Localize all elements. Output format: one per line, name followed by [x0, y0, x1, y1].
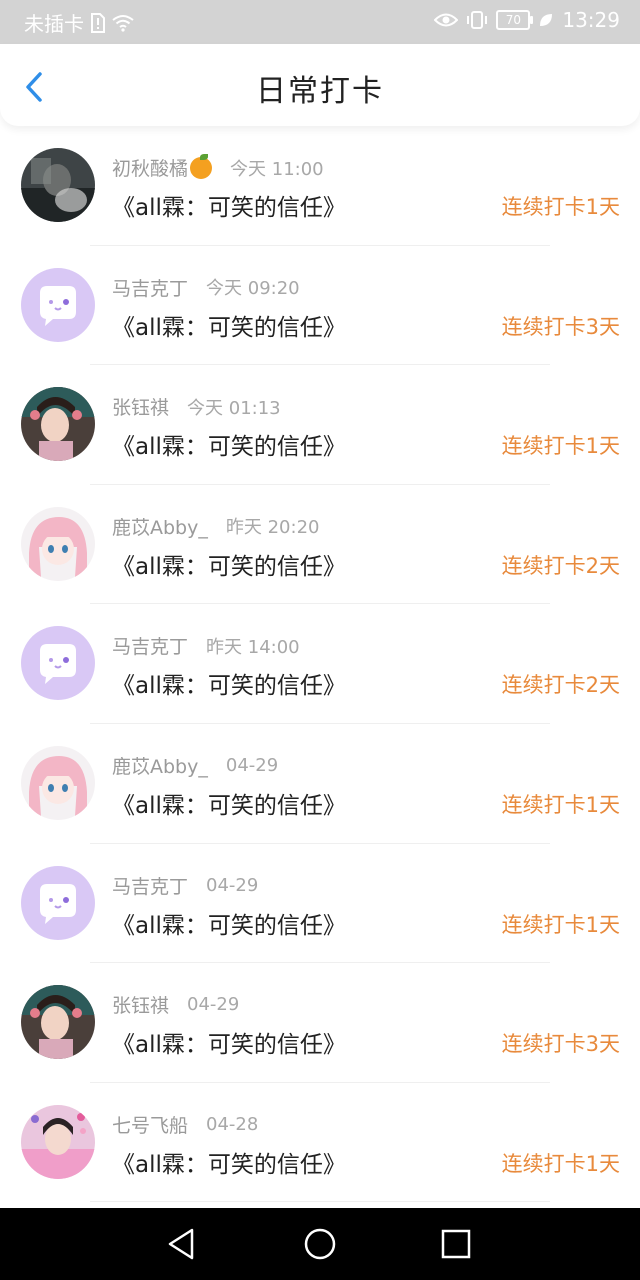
home-circle-icon	[304, 1228, 336, 1260]
sim-alert-icon	[90, 12, 106, 33]
leaf-icon	[538, 12, 554, 28]
checkin-list: 初秋酸橘 今天 11:00 《all霖：可笑的信任》 连续打卡1天 马吉克丁 今…	[0, 126, 640, 1203]
user-name[interactable]: 马吉克丁	[112, 872, 188, 899]
checkin-content[interactable]: 《all霖：可笑的信任》	[112, 786, 346, 820]
streak-text: 连续打卡2天	[501, 553, 620, 578]
checkin-time: 今天 11:00	[230, 158, 324, 180]
nav-back-button[interactable]	[164, 1226, 200, 1262]
checkin-time: 昨天 20:20	[225, 517, 320, 539]
recents-square-icon	[441, 1229, 471, 1259]
list-item[interactable]: 马吉克丁 今天 09:20 《all霖：可笑的信任》 连续打卡3天	[0, 246, 640, 366]
streak-text: 连续打卡1天	[501, 195, 620, 219]
nav-recents-button[interactable]	[438, 1226, 474, 1262]
list-item[interactable]: 鹿苡Abby_ 04-29 《all霖：可笑的信任》 连续打卡1天	[0, 724, 640, 844]
user-name[interactable]: 鹿苡Abby_	[112, 752, 208, 779]
list-item[interactable]: 七号飞船 04-28 《all霖：可笑的信任》 连续打卡1天	[0, 1083, 640, 1203]
user-line: 鹿苡Abby_ 04-29	[112, 752, 278, 779]
avatar[interactable]	[21, 1104, 95, 1179]
avatar[interactable]	[21, 148, 95, 222]
avatar[interactable]	[21, 745, 95, 820]
user-line: 鹿苡Abby_ 昨天 20:20	[112, 513, 319, 540]
clock-text: 13:29	[562, 8, 620, 32]
streak-text: 连续打卡1天	[501, 434, 620, 459]
streak-text: 连续打卡3天	[501, 314, 620, 339]
checkin-content[interactable]: 《all霖：可笑的信任》	[112, 308, 346, 342]
checkin-time: 今天 09:20	[206, 278, 300, 300]
list-item[interactable]: 初秋酸橘 今天 11:00 《all霖：可笑的信任》 连续打卡1天	[0, 126, 640, 246]
list-item[interactable]: 鹿苡Abby_ 昨天 20:20 《all霖：可笑的信任》 连续打卡2天	[0, 485, 640, 605]
list-item[interactable]: 张钰祺 今天 01:13 《all霖：可笑的信任》 连续打卡1天	[0, 365, 640, 485]
checkin-content[interactable]: 《all霖：可笑的信任》	[112, 1025, 346, 1059]
list-item[interactable]: 马吉克丁 04-29 《all霖：可笑的信任》 连续打卡1天	[0, 844, 640, 964]
streak-text: 连续打卡2天	[501, 673, 620, 698]
checkin-content[interactable]: 《all霖：可笑的信任》	[112, 427, 346, 461]
user-name[interactable]: 马吉克丁	[112, 274, 188, 301]
orange-emoji-icon	[190, 153, 213, 179]
streak-text: 连续打卡1天	[501, 792, 620, 817]
streak-text: 连续打卡1天	[501, 1151, 620, 1176]
user-name[interactable]: 初秋酸橘	[112, 154, 188, 181]
avatar[interactable]	[21, 985, 95, 1060]
avatar[interactable]	[21, 387, 95, 462]
wifi-icon	[112, 14, 134, 32]
checkin-content[interactable]: 《all霖：可笑的信任》	[112, 1145, 346, 1179]
system-nav-bar	[0, 1208, 640, 1280]
eye-comfort-icon	[434, 12, 459, 28]
battery-icon: 70	[496, 10, 534, 30]
user-line: 马吉克丁 04-29	[112, 872, 258, 899]
page-title: 日常打卡	[256, 74, 384, 109]
list-item[interactable]: 马吉克丁 昨天 14:00 《all霖：可笑的信任》 连续打卡2天	[0, 604, 640, 724]
status-bar: 未插卡 70 13:29	[0, 0, 640, 44]
carrier-text: 未插卡	[24, 12, 84, 36]
user-line: 初秋酸橘 今天 11:00	[112, 153, 324, 181]
user-name[interactable]: 马吉克丁	[112, 632, 188, 659]
streak-text: 连续打卡3天	[501, 1032, 620, 1057]
avatar[interactable]	[21, 267, 95, 342]
checkin-time: 04-28	[206, 1113, 259, 1135]
checkin-content[interactable]: 《all霖：可笑的信任》	[112, 547, 346, 581]
checkin-time: 今天 01:13	[187, 397, 281, 419]
avatar[interactable]	[21, 626, 95, 701]
checkin-time: 昨天 14:00	[206, 636, 300, 658]
nav-home-button[interactable]	[302, 1226, 338, 1262]
user-name[interactable]: 七号飞船	[112, 1111, 188, 1138]
user-name[interactable]: 张钰祺	[112, 991, 169, 1018]
user-line: 马吉克丁 昨天 14:00	[112, 632, 300, 659]
divider	[90, 1201, 550, 1203]
list-item[interactable]: 张钰祺 04-29 《all霖：可笑的信任》 连续打卡3天	[0, 963, 640, 1083]
checkin-content[interactable]: 《all霖：可笑的信任》	[112, 666, 346, 700]
checkin-time: 04-29	[206, 874, 259, 896]
status-left: 未插卡	[24, 8, 134, 37]
user-name[interactable]: 鹿苡Abby_	[112, 513, 208, 540]
avatar[interactable]	[21, 865, 95, 940]
checkin-content[interactable]: 《all霖：可笑的信任》	[112, 188, 346, 222]
user-line: 张钰祺 04-29	[112, 991, 239, 1018]
back-triangle-icon	[168, 1228, 194, 1260]
user-name[interactable]: 张钰祺	[112, 393, 169, 420]
vibrate-icon	[466, 10, 488, 30]
user-line: 张钰祺 今天 01:13	[112, 393, 281, 420]
checkin-content[interactable]: 《all霖：可笑的信任》	[112, 906, 346, 940]
user-line: 七号飞船 04-28	[112, 1111, 258, 1138]
streak-text: 连续打卡1天	[501, 912, 620, 937]
checkin-time: 04-29	[225, 754, 279, 776]
status-right: 70 13:29	[434, 8, 620, 32]
user-line: 马吉克丁 今天 09:20	[112, 274, 300, 301]
checkin-time: 04-29	[187, 994, 240, 1016]
app-header: 日常打卡	[0, 44, 640, 126]
avatar[interactable]	[21, 506, 95, 581]
